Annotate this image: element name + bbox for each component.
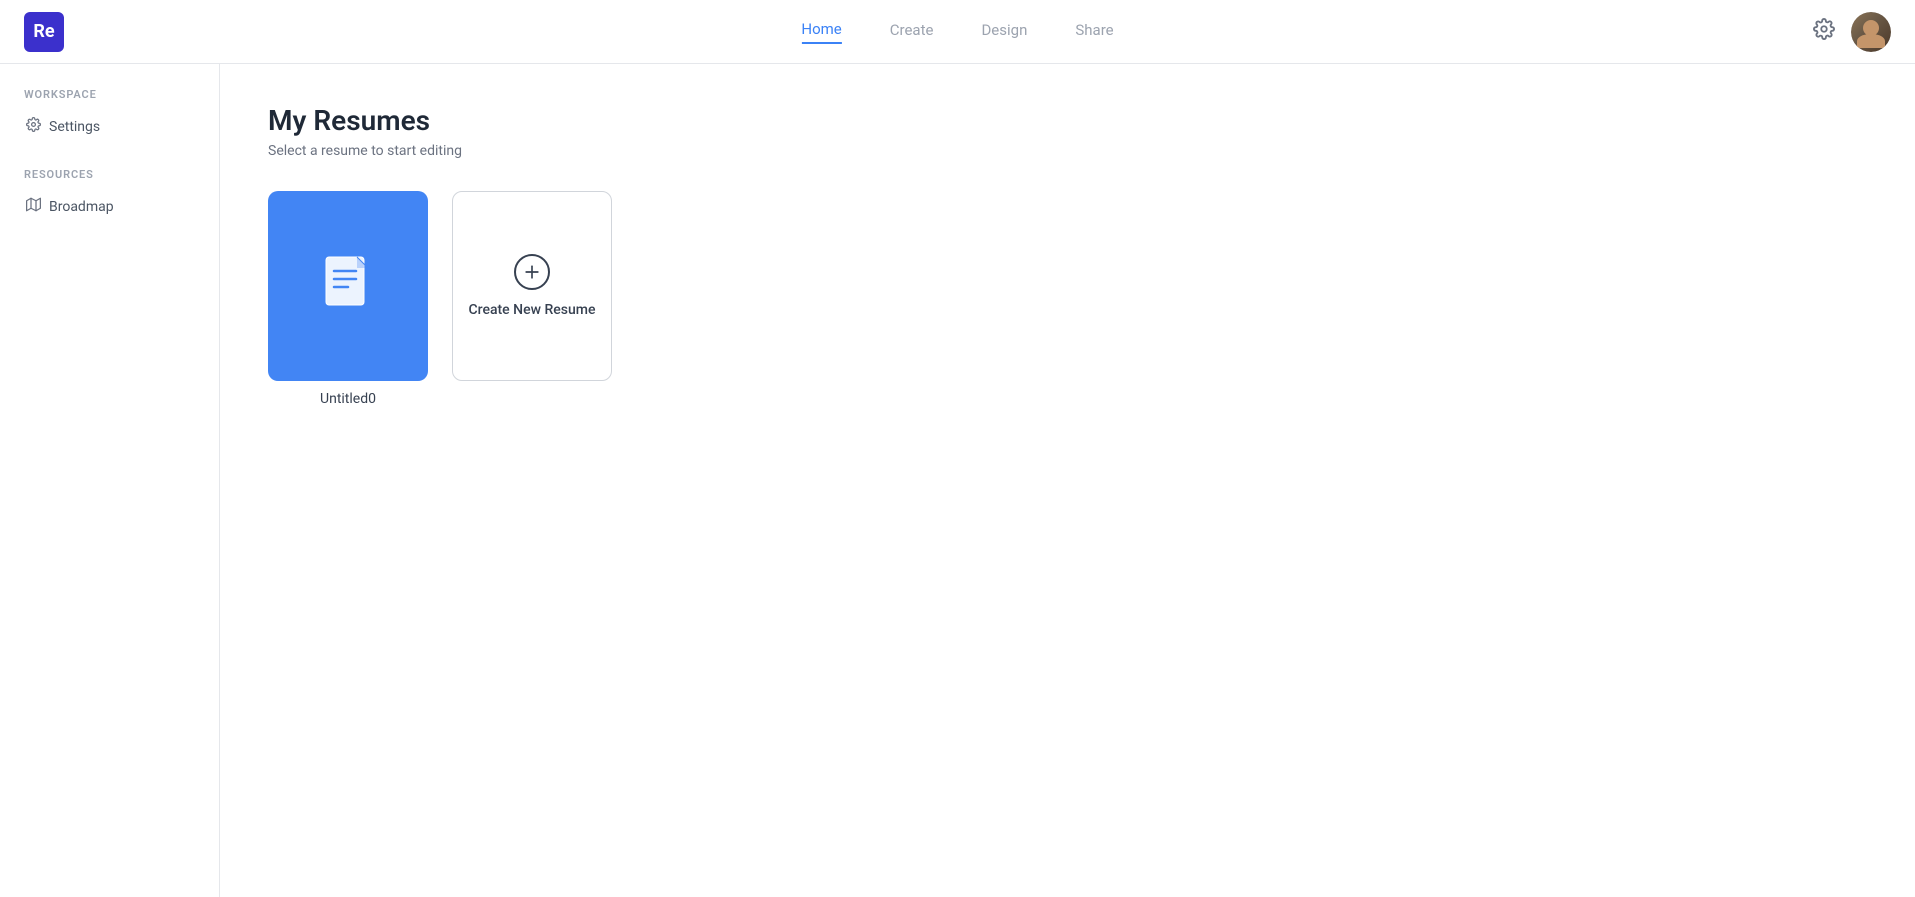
nav-link-home[interactable]: Home	[801, 20, 841, 44]
sidebar: WORKSPACE Settings RESOURCES	[0, 64, 220, 897]
page-title: My Resumes	[268, 104, 1867, 137]
broadmap-item-label: Broadmap	[49, 199, 114, 215]
nav-right	[1813, 12, 1891, 52]
workspace-label: WORKSPACE	[16, 88, 203, 101]
sidebar-item-settings[interactable]: Settings	[16, 109, 203, 144]
sidebar-resources-section: RESOURCES Broadmap	[16, 168, 203, 224]
main-content: My Resumes Select a resume to start edit…	[220, 64, 1915, 897]
create-new-resume-card[interactable]: Create New Resume	[452, 191, 612, 407]
layout: WORKSPACE Settings RESOURCES	[0, 64, 1915, 897]
sidebar-workspace-section: WORKSPACE Settings	[16, 88, 203, 144]
top-navigation: Re Home Create Design Share	[0, 0, 1915, 64]
settings-icon[interactable]	[1813, 18, 1835, 45]
resume-grid: Untitled0 Create New Resume	[268, 191, 1867, 407]
logo[interactable]: Re	[24, 12, 64, 52]
resources-label: RESOURCES	[16, 168, 203, 181]
resume-card-untitled0[interactable]: Untitled0	[268, 191, 428, 407]
create-new-label: Create New Resume	[469, 302, 596, 318]
resume-thumbnail[interactable]	[268, 191, 428, 381]
document-icon	[322, 255, 374, 317]
nav-link-design[interactable]: Design	[981, 21, 1027, 43]
nav-link-create[interactable]: Create	[890, 21, 934, 43]
broadmap-icon	[26, 197, 41, 216]
logo-badge: Re	[24, 12, 64, 52]
nav-links: Home Create Design Share	[801, 20, 1113, 44]
avatar[interactable]	[1851, 12, 1891, 52]
plus-circle-icon	[514, 254, 550, 290]
create-card-box[interactable]: Create New Resume	[452, 191, 612, 381]
avatar-image	[1851, 12, 1891, 52]
sidebar-item-broadmap[interactable]: Broadmap	[16, 189, 203, 224]
settings-item-label: Settings	[49, 119, 100, 135]
nav-link-share[interactable]: Share	[1075, 21, 1113, 43]
page-subtitle: Select a resume to start editing	[268, 143, 1867, 159]
resume-name: Untitled0	[268, 391, 428, 407]
settings-sidebar-icon	[26, 117, 41, 136]
